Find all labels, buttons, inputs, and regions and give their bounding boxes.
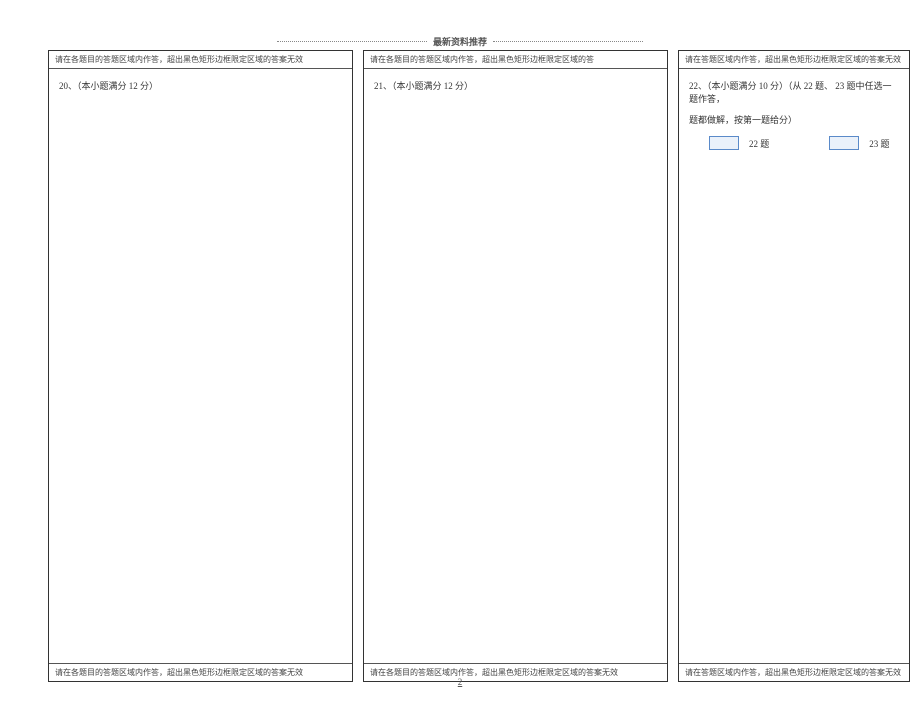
question-22-line2: 题都做解，按第一题给分） (689, 113, 899, 126)
question-22-line1: 22、（本小题满分 10 分）（从 22 题、 23 题中任选一题作答， (689, 79, 899, 105)
checkbox-23[interactable] (829, 136, 859, 150)
col2-content: 21、（本小题满分 12 分） (364, 69, 667, 663)
column-3: 请在答题区域内作答，超出黑色矩形边框限定区域的答案无效 22、（本小题满分 10… (678, 50, 910, 682)
page-header: 最新资料推荐 (0, 35, 920, 48)
col3-content: 22、（本小题满分 10 分）（从 22 题、 23 题中任选一题作答， 题都做… (679, 69, 909, 663)
page-number-value: 2 (458, 677, 463, 687)
checkbox-row: 22 题 23 题 (689, 136, 899, 150)
question-20: 20、（本小题满分 12 分） (59, 79, 342, 92)
header-dots-right (493, 41, 643, 42)
checkbox-item-22: 22 题 (709, 136, 769, 150)
checkbox-22-label: 22 题 (749, 137, 769, 150)
question-21: 21、（本小题满分 12 分） (374, 79, 657, 92)
column-container: 请在各题目的答题区域内作答，超出黑色矩形边框限定区域的答案无效 20、（本小题满… (48, 50, 910, 682)
header-title: 最新资料推荐 (429, 35, 491, 48)
col1-content: 20、（本小题满分 12 分） (49, 69, 352, 663)
page-number: 2 (0, 677, 920, 687)
checkbox-22[interactable] (709, 136, 739, 150)
column-2: 请在各题目的答题区域内作答，超出黑色矩形边框限定区域的答 21、（本小题满分 1… (363, 50, 668, 682)
col2-top-note: 请在各题目的答题区域内作答，超出黑色矩形边框限定区域的答 (364, 51, 667, 69)
column-1: 请在各题目的答题区域内作答，超出黑色矩形边框限定区域的答案无效 20、（本小题满… (48, 50, 353, 682)
col1-top-note: 请在各题目的答题区域内作答，超出黑色矩形边框限定区域的答案无效 (49, 51, 352, 69)
checkbox-23-label: 23 题 (869, 137, 889, 150)
header-dots-left (277, 41, 427, 42)
col3-top-note: 请在答题区域内作答，超出黑色矩形边框限定区域的答案无效 (679, 51, 909, 69)
checkbox-item-23: 23 题 (829, 136, 889, 150)
